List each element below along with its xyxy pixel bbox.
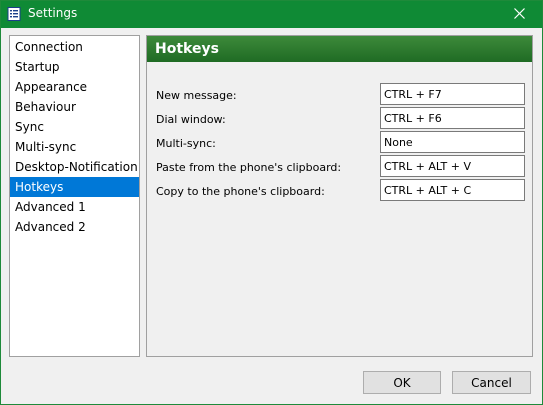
- settings-window: Settings Connection Startup Appearance B…: [0, 0, 543, 405]
- title-bar[interactable]: Settings: [1, 1, 542, 28]
- cancel-button[interactable]: Cancel: [452, 371, 531, 394]
- window-title: Settings: [28, 6, 78, 20]
- paste-clipboard-label: Paste from the phone's clipboard:: [156, 161, 342, 174]
- sidebar-item-advanced-2[interactable]: Advanced 2: [10, 217, 139, 237]
- sidebar-item-connection[interactable]: Connection: [10, 37, 139, 57]
- copy-clipboard-label: Copy to the phone's clipboard:: [156, 185, 325, 198]
- sidebar-item-behaviour[interactable]: Behaviour: [10, 97, 139, 117]
- ok-button[interactable]: OK: [363, 371, 441, 394]
- dial-window-label: Dial window:: [156, 113, 226, 126]
- sidebar-item-appearance[interactable]: Appearance: [10, 77, 139, 97]
- dial-window-hotkey-field[interactable]: [380, 107, 525, 129]
- new-message-hotkey-field[interactable]: [380, 83, 525, 105]
- sidebar-item-advanced-1[interactable]: Advanced 1: [10, 197, 139, 217]
- sidebar-item-sync[interactable]: Sync: [10, 117, 139, 137]
- sidebar-item-hotkeys[interactable]: Hotkeys: [10, 177, 139, 197]
- paste-clipboard-hotkey-field[interactable]: [380, 155, 525, 177]
- settings-app-icon: [7, 7, 21, 21]
- multi-sync-hotkey-field[interactable]: [380, 131, 525, 153]
- close-icon: [513, 7, 525, 22]
- close-button[interactable]: [496, 1, 542, 28]
- new-message-label: New message:: [156, 89, 237, 102]
- sidebar-item-startup[interactable]: Startup: [10, 57, 139, 77]
- hotkeys-panel: Hotkeys New message: Dial window: Multi-…: [146, 35, 533, 357]
- sidebar-item-desktop-notification[interactable]: Desktop-Notification: [10, 157, 139, 177]
- copy-clipboard-hotkey-field[interactable]: [380, 179, 525, 201]
- settings-category-list[interactable]: Connection Startup Appearance Behaviour …: [9, 35, 140, 357]
- panel-title: Hotkeys: [147, 36, 532, 62]
- multi-sync-label: Multi-sync:: [156, 137, 216, 150]
- sidebar-item-multi-sync[interactable]: Multi-sync: [10, 137, 139, 157]
